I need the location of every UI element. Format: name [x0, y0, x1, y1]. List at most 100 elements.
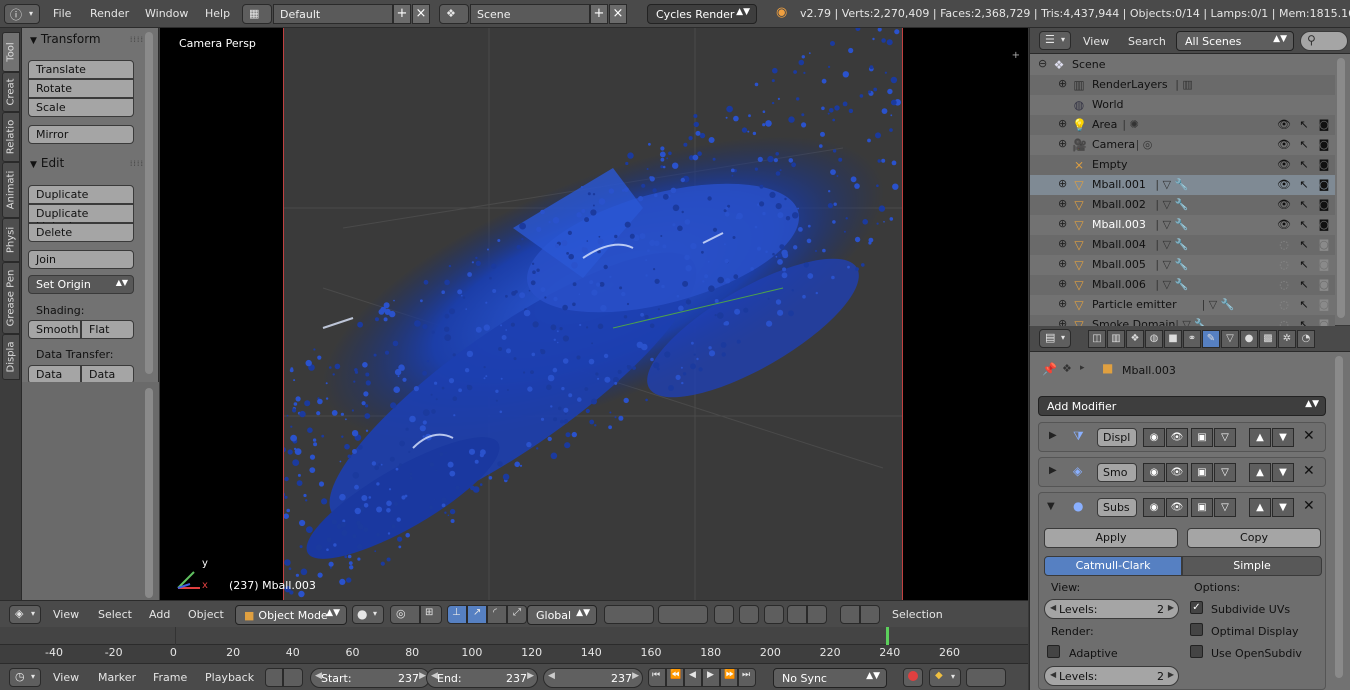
visibility-eye-icon[interactable]: ◌ [1277, 238, 1291, 251]
visibility-eye-icon[interactable]: ◌ [1277, 258, 1291, 271]
decrement-arrow-icon[interactable]: ◀ [315, 671, 322, 681]
selectability-cursor-icon[interactable]: ↖ [1297, 298, 1311, 311]
object-data-icon[interactable]: | ▽ 🔧 [1155, 278, 1188, 292]
catmull-clark-option[interactable]: Catmull-Clark [1044, 556, 1182, 576]
renderability-camera-icon[interactable]: ◙ [1317, 218, 1331, 231]
menu-marker[interactable]: Marker [98, 671, 136, 684]
outliner-row[interactable]: ⊕ ▽ Particle emitter | ▽ 🔧 ◌ ↖ ◙ [1030, 295, 1335, 315]
render-still-icon[interactable] [840, 605, 860, 624]
editor-type-button[interactable]: ▤ ▾ [1039, 329, 1071, 348]
renderability-camera-icon[interactable]: ◙ [1317, 198, 1331, 211]
editor-type-button[interactable]: ☰ ▾ [1039, 31, 1071, 50]
close-icon[interactable]: ✕ [1303, 463, 1315, 479]
cage-toggle-icon[interactable]: ▽ [1214, 428, 1236, 447]
object-data-icon[interactable]: | ▥ [1175, 78, 1193, 92]
decrement-arrow-icon[interactable]: ◀ [431, 671, 438, 681]
tab-display[interactable]: Displa [2, 334, 20, 380]
decrement-arrow-icon[interactable]: ◀ [1050, 603, 1056, 612]
object-data-icon[interactable]: | ◎ [1136, 138, 1153, 152]
pivot-point-button[interactable]: ◎ [390, 605, 420, 624]
play-reverse-icon[interactable]: ◀ [684, 668, 702, 687]
mode-dropdown[interactable]: ■ Object Mode ▲▼ [235, 605, 347, 625]
close-icon[interactable]: ✕ [1303, 498, 1315, 514]
display-mode-dropdown[interactable]: All Scenes ▲▼ [1176, 31, 1294, 51]
renderability-camera-icon[interactable]: ◙ [1317, 258, 1331, 271]
render-toggle-icon[interactable]: ◉ [1143, 428, 1165, 447]
visibility-eye-icon[interactable]: 👁 [1277, 198, 1291, 211]
menu-playback[interactable]: Playback [205, 671, 254, 684]
remove-layout-icon[interactable]: × [412, 4, 430, 24]
expand-toggle-icon[interactable]: ⊕ [1058, 277, 1067, 290]
outliner-item-name[interactable]: World [1092, 98, 1124, 111]
outliner-item-name[interactable]: Mball.006 [1092, 278, 1146, 291]
outliner-row[interactable]: ◍ World [1030, 95, 1335, 115]
snap-target-icon[interactable] [807, 605, 827, 624]
object-data-icon[interactable]: | ▽ 🔧 [1155, 238, 1188, 252]
object-data-icon[interactable]: | ▽ 🔧 [1202, 298, 1235, 312]
set-origin-dropdown[interactable]: Set Origin ▲▼ [28, 275, 134, 294]
move-up-icon[interactable]: ▲ [1249, 498, 1271, 517]
expand-toggle-icon[interactable]: ⊕ [1058, 257, 1067, 270]
scene-layers-grid-1[interactable] [604, 605, 654, 624]
selectability-cursor-icon[interactable]: ↖ [1297, 278, 1311, 291]
rotate-manipulator[interactable]: ◜ [487, 605, 507, 624]
tab-animation[interactable]: Animati [2, 162, 20, 218]
manipulate-center-button[interactable]: ⊞ [420, 605, 442, 624]
menu-view[interactable]: View [53, 608, 79, 621]
viewport-toggle-icon[interactable]: 👁 [1166, 428, 1188, 447]
editmode-toggle-icon[interactable]: ▣ [1191, 463, 1213, 482]
outliner-item-name[interactable]: Mball.004 [1092, 238, 1146, 251]
menu-view[interactable]: View [53, 671, 79, 684]
layout-name-field[interactable]: Default [273, 4, 393, 24]
increment-arrow-icon[interactable]: ▶ [527, 671, 534, 681]
expand-toggle-icon[interactable]: ⊕ [1058, 177, 1067, 190]
manipulator-toggle[interactable]: ⊥ [447, 605, 467, 624]
visibility-eye-icon[interactable]: 👁 [1277, 158, 1291, 171]
region-toggle-icon[interactable]: + [1012, 50, 1020, 61]
drag-grip-icon[interactable]: ⁞⁞⁞⁞ [130, 159, 144, 168]
selectability-cursor-icon[interactable]: ↖ [1297, 118, 1311, 131]
move-up-icon[interactable]: ▲ [1249, 428, 1271, 447]
menu-select[interactable]: Select [98, 608, 132, 621]
outliner-item-name[interactable]: Area [1092, 118, 1117, 131]
selectability-cursor-icon[interactable]: ↖ [1297, 218, 1311, 231]
current-frame-field[interactable]: ◀ 237 ▶ [543, 668, 643, 688]
menu-file[interactable]: File [53, 7, 71, 20]
decrement-arrow-icon[interactable]: ◀ [548, 671, 555, 681]
outliner-row[interactable]: ⊕ ▽ Mball.003 | ▽ 🔧 👁 ↖ ◙ [1030, 215, 1335, 235]
transform-panel-header[interactable]: ▼ Transform [30, 32, 101, 46]
outliner-row[interactable]: ⊕ ▽ Mball.001 | ▽ 🔧 👁 ↖ ◙ [1030, 175, 1335, 195]
scene-selector-button[interactable]: ❖ [439, 4, 469, 24]
renderability-camera-icon[interactable]: ◙ [1317, 118, 1331, 131]
decrement-arrow-icon[interactable]: ◀ [1050, 670, 1056, 679]
expand-triangle-icon[interactable]: ▶ [1049, 430, 1057, 441]
modifiers-tab-icon[interactable]: ✎ [1202, 330, 1220, 348]
operator-scrollbar[interactable] [145, 388, 153, 598]
object-data-icon[interactable]: | ▽ 🔧 [1155, 218, 1188, 232]
selectability-cursor-icon[interactable]: ↖ [1297, 198, 1311, 211]
add-layout-icon[interactable]: + [393, 4, 411, 24]
cage-toggle-icon[interactable]: ▽ [1214, 498, 1236, 517]
optimal-display-checkbox[interactable] [1190, 623, 1203, 636]
cage-toggle-icon[interactable]: ▽ [1214, 463, 1236, 482]
render-layers-tab-icon[interactable]: ▥ [1107, 330, 1125, 348]
expand-toggle-icon[interactable]: ⊕ [1058, 217, 1067, 230]
render-tab-icon[interactable]: ◫ [1088, 330, 1106, 348]
increment-arrow-icon[interactable]: ▶ [419, 671, 426, 681]
render-toggle-icon[interactable]: ◉ [1143, 498, 1165, 517]
record-icon[interactable] [903, 668, 923, 687]
mirror-button[interactable]: Mirror [28, 125, 134, 144]
outliner-row[interactable]: ⊖ ❖ Scene [1030, 55, 1335, 75]
object-tab-icon[interactable]: ■ [1164, 330, 1182, 348]
physics-tab-icon[interactable]: ◔ [1297, 330, 1315, 348]
end-frame-field[interactable]: ◀ End: 237 ▶ [426, 668, 538, 688]
outliner-row[interactable]: ⊕ ▽ Mball.002 | ▽ 🔧 👁 ↖ ◙ [1030, 195, 1335, 215]
timeline-track[interactable] [0, 627, 1028, 645]
shelf-scrollbar[interactable] [145, 32, 153, 374]
increment-arrow-icon[interactable]: ▶ [1168, 603, 1174, 612]
outliner-item-name[interactable]: Mball.001 [1092, 178, 1146, 191]
outliner-item-name[interactable]: Camera [1092, 138, 1135, 151]
remove-scene-icon[interactable]: × [609, 4, 627, 24]
outliner-item-name[interactable]: Particle emitter [1092, 298, 1177, 311]
selectability-cursor-icon[interactable]: ↖ [1297, 158, 1311, 171]
